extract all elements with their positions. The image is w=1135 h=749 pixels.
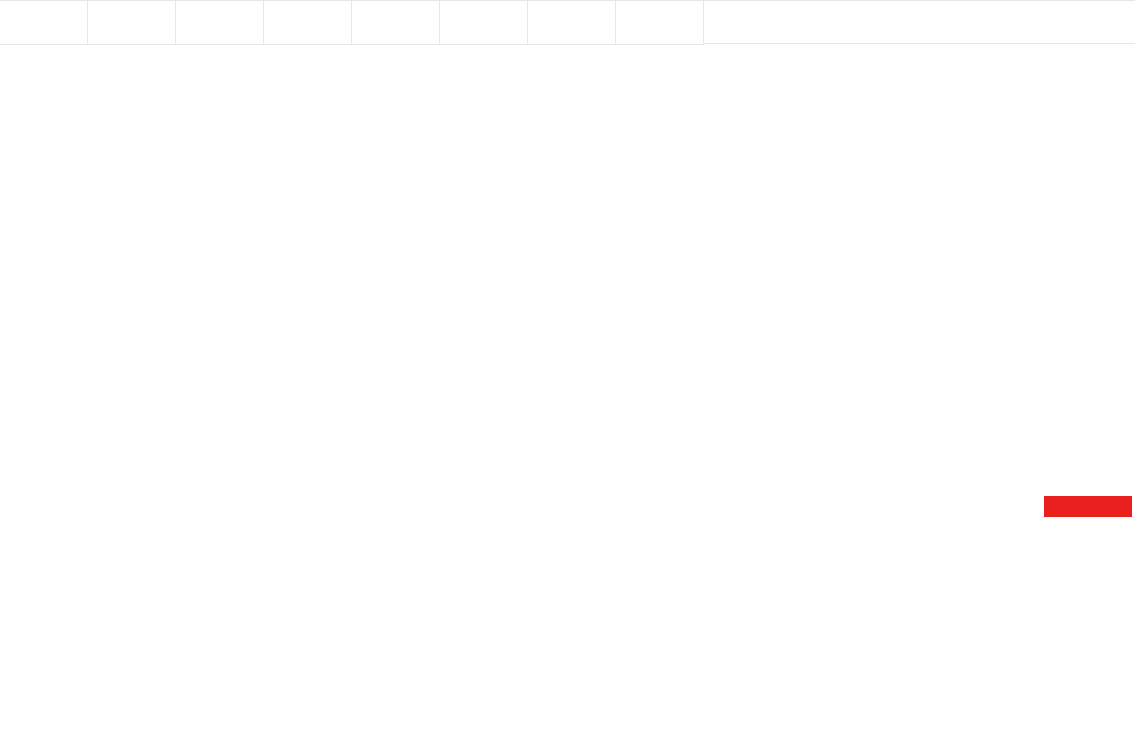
tab-30min[interactable] xyxy=(440,1,528,45)
kline-chart-canvas[interactable] xyxy=(0,0,1135,749)
tab-15min[interactable] xyxy=(352,1,440,45)
timeframe-tabbar xyxy=(0,0,704,45)
tab-week[interactable] xyxy=(88,1,176,45)
tabbar-empty-space xyxy=(704,0,1135,44)
current-price-badge xyxy=(1044,496,1132,517)
kline-chart-app xyxy=(0,0,1135,749)
tab-month[interactable] xyxy=(176,1,264,45)
tab-day[interactable] xyxy=(0,1,88,45)
tab-4hour[interactable] xyxy=(616,1,704,45)
tab-5min[interactable] xyxy=(264,1,352,45)
tab-60min[interactable] xyxy=(528,1,616,45)
